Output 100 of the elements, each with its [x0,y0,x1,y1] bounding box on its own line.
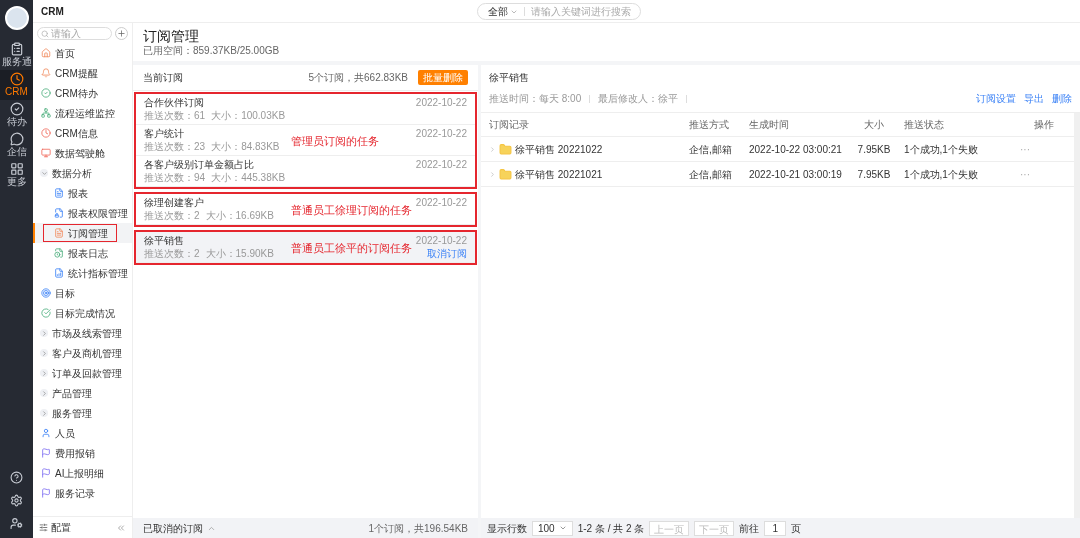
sidebar-item[interactable]: 目标 [38,284,78,302]
folder-icon [499,142,512,156]
sidebar-item[interactable]: AI上报明细 [38,464,108,482]
subscription-name: 徐平销售 [144,235,185,247]
home-icon [41,48,51,58]
check-circle-icon [41,88,51,98]
caret-right-icon [40,349,48,357]
table-cell-text: 企信,邮箱 [689,142,733,157]
folder-icon [499,167,512,181]
chart-document-icon [54,268,64,278]
detail-title: 徐平销售 [489,71,530,85]
annotation-label: 普通员工徐平的订阅任务 [291,241,412,254]
push-count: 推送次数：2 [144,247,200,260]
document-clock-icon [54,248,64,258]
rail-item[interactable]: 服务通 [0,40,33,70]
file-size: 大小：16.69KB [205,209,274,222]
sidebar-group[interactable]: 客户及商机管理 [40,345,122,361]
column-header: 生成时间 [749,118,790,132]
sidebar-group[interactable]: 产品管理 [40,385,92,401]
search-field[interactable]: 请输入关键词进行搜索 [531,4,631,19]
bell-icon [41,68,51,78]
file-size: 大小：100.03KB [211,109,286,122]
subscription-name: 客户统计 [144,128,185,140]
rows-select[interactable]: 100 [532,520,573,536]
table-cell-text: 1个成功,1个失败 [904,167,979,182]
subscription-item[interactable]: 合作伙伴订阅 推送次数：61 大小：100.03KB 2022-10-22 [136,94,475,125]
sidebar-item[interactable]: 报表 [43,184,97,202]
user-settings-icon[interactable] [10,517,23,530]
sidebar-item[interactable]: 报表日志 [43,244,117,262]
rail-item[interactable]: CRM [0,70,33,100]
sidebar-group[interactable]: 数据分析 [40,165,92,181]
subscription-name: 徐理创建客户 [144,197,205,209]
rail-item[interactable]: 待办 [0,100,33,130]
sidebar-item[interactable]: 统计指标管理 [43,264,137,282]
check-circle-icon [41,308,51,318]
clock-icon [41,128,51,138]
cancel-link[interactable]: 取消订阅 [427,247,467,260]
chat-icon [9,132,24,146]
hierarchy-icon [41,108,51,118]
sidebar-item[interactable]: CRM待办 [38,84,101,102]
page-field[interactable]: 1 [764,520,787,536]
push-count: 推送次数：23 [144,140,206,153]
table-cell-text: 徐平销售 20221022 [515,142,603,157]
document-icon [54,228,64,238]
subscription-name: 合作伙伴订阅 [144,97,205,109]
subscription-item[interactable]: 各客户级别订单金额占比 推送次数：94 大小：445.38KB 2022-10-22 [136,156,475,187]
plus-icon [117,29,126,38]
storage-usage: 已用空间：859.37KB/25.00GB [143,45,281,57]
sidebar-group[interactable]: 市场及线索管理 [40,325,122,341]
avatar [4,6,29,30]
page-range: 1-2 条 / 共 2 条 [577,521,645,536]
clock-icon [9,72,24,86]
sidebar-group[interactable]: 服务管理 [40,405,92,421]
push-count: 推送次数：61 [144,109,206,122]
sidebar-item[interactable]: CRM信息 [38,124,101,142]
sidebar-item[interactable]: 服务记录 [38,484,98,502]
grid-icon [9,162,24,176]
panel-title: 当前订阅 [143,71,183,85]
caret-down-icon [40,169,48,177]
rail-item[interactable]: 企信 [0,130,33,160]
cancelled-toggle[interactable]: 已取消的订阅 [143,520,216,536]
config-link[interactable]: 配置 [39,520,71,535]
document-lock-icon [54,208,64,218]
table-cell-text: 2022-10-21 03:00:19 [749,167,843,182]
rows-label: 显示行数 [487,521,527,536]
settings-icon[interactable] [10,494,23,507]
column-header: 推送方式 [689,118,730,132]
annotation-label: 管理员订阅的任务 [291,134,379,147]
sidebar-item[interactable]: 费用报销 [38,444,98,462]
table-cell-text: 7.95KB [856,142,892,157]
sidebar-group[interactable]: 订单及回款管理 [40,365,122,381]
table-cell-text: 1个成功,1个失败 [904,142,979,157]
monitor-icon [41,148,51,158]
rail-item[interactable]: 更多 [0,160,33,190]
sidebar-item[interactable]: 人员 [38,424,78,442]
sidebar-item[interactable]: 报表权限管理 [43,204,137,222]
push-time: 推送时间：每天 8:00 [489,92,582,106]
clipboard-icon [9,42,24,56]
column-header: 订阅记录 [489,118,530,132]
goto-label: 前往 [739,521,760,536]
sidebar-item[interactable]: 订阅管理 [43,224,117,242]
page-unit: 页 [791,521,802,536]
sliders-icon [39,523,48,532]
sidebar-item[interactable]: 流程运维监控 [38,104,118,122]
column-header: 大小 [863,118,885,132]
subscription-date: 2022-10-22 [415,235,467,247]
file-size: 大小：84.83KB [211,140,280,153]
action-link[interactable]: 导出 [1024,91,1044,106]
column-header: 推送状态 [904,118,945,132]
sidebar-item[interactable]: CRM提醒 [38,64,101,82]
action-link[interactable]: 删除 [1052,91,1072,106]
scope-select[interactable]: 全部 [488,4,518,19]
caret-right-icon [40,369,48,377]
add-button[interactable] [115,27,128,40]
app-title: CRM [41,4,64,19]
sidebar-item[interactable]: 目标完成情况 [38,304,118,322]
help-icon[interactable] [10,471,23,484]
sidebar-item[interactable]: 首页 [38,44,78,62]
action-link[interactable]: 订阅设置 [976,91,1016,106]
sidebar-item[interactable]: 数据驾驶舱 [38,144,108,162]
